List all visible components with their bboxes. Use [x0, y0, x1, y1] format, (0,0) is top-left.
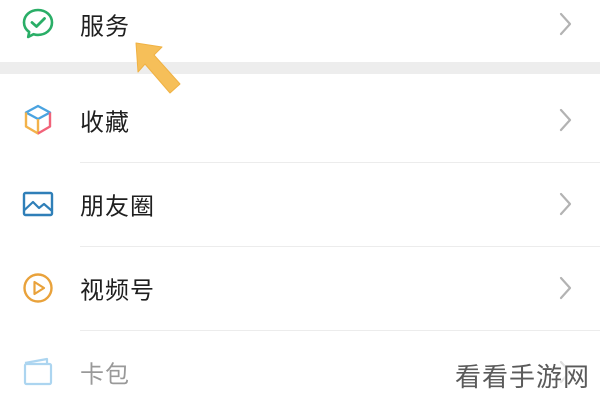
card-wallet-icon — [20, 354, 56, 390]
row-divider — [80, 330, 600, 331]
menu-item-moments[interactable]: 朋友圈 — [0, 170, 600, 238]
moments-picture-icon — [20, 186, 56, 222]
menu-item-label: 收藏 — [80, 108, 130, 137]
menu-item-service[interactable]: 服务 — [0, 0, 600, 58]
menu-item-label: 朋友圈 — [80, 192, 155, 221]
chevron-right-icon — [559, 276, 572, 300]
row-divider — [80, 162, 600, 163]
chevron-right-icon — [559, 12, 572, 36]
menu-item-favorites[interactable]: 收藏 — [0, 86, 600, 154]
menu-item-channels[interactable]: 视频号 — [0, 254, 600, 322]
tutorial-pointer-arrow-icon — [135, 42, 181, 94]
menu-item-label: 卡包 — [80, 360, 130, 389]
row-divider — [80, 246, 600, 247]
channels-play-icon — [20, 270, 56, 306]
service-check-icon — [20, 6, 56, 42]
chevron-right-icon — [559, 192, 572, 216]
section-separator — [0, 62, 600, 74]
site-watermark: 看看手游网 — [454, 363, 590, 393]
me-menu-screen: 服务 收藏 朋友圈 视频号 卡包 看看手游网 — [0, 0, 600, 400]
chevron-right-icon — [559, 108, 572, 132]
menu-item-label: 服务 — [80, 12, 130, 41]
favorites-cube-icon — [20, 102, 56, 138]
menu-item-label: 视频号 — [80, 276, 155, 305]
